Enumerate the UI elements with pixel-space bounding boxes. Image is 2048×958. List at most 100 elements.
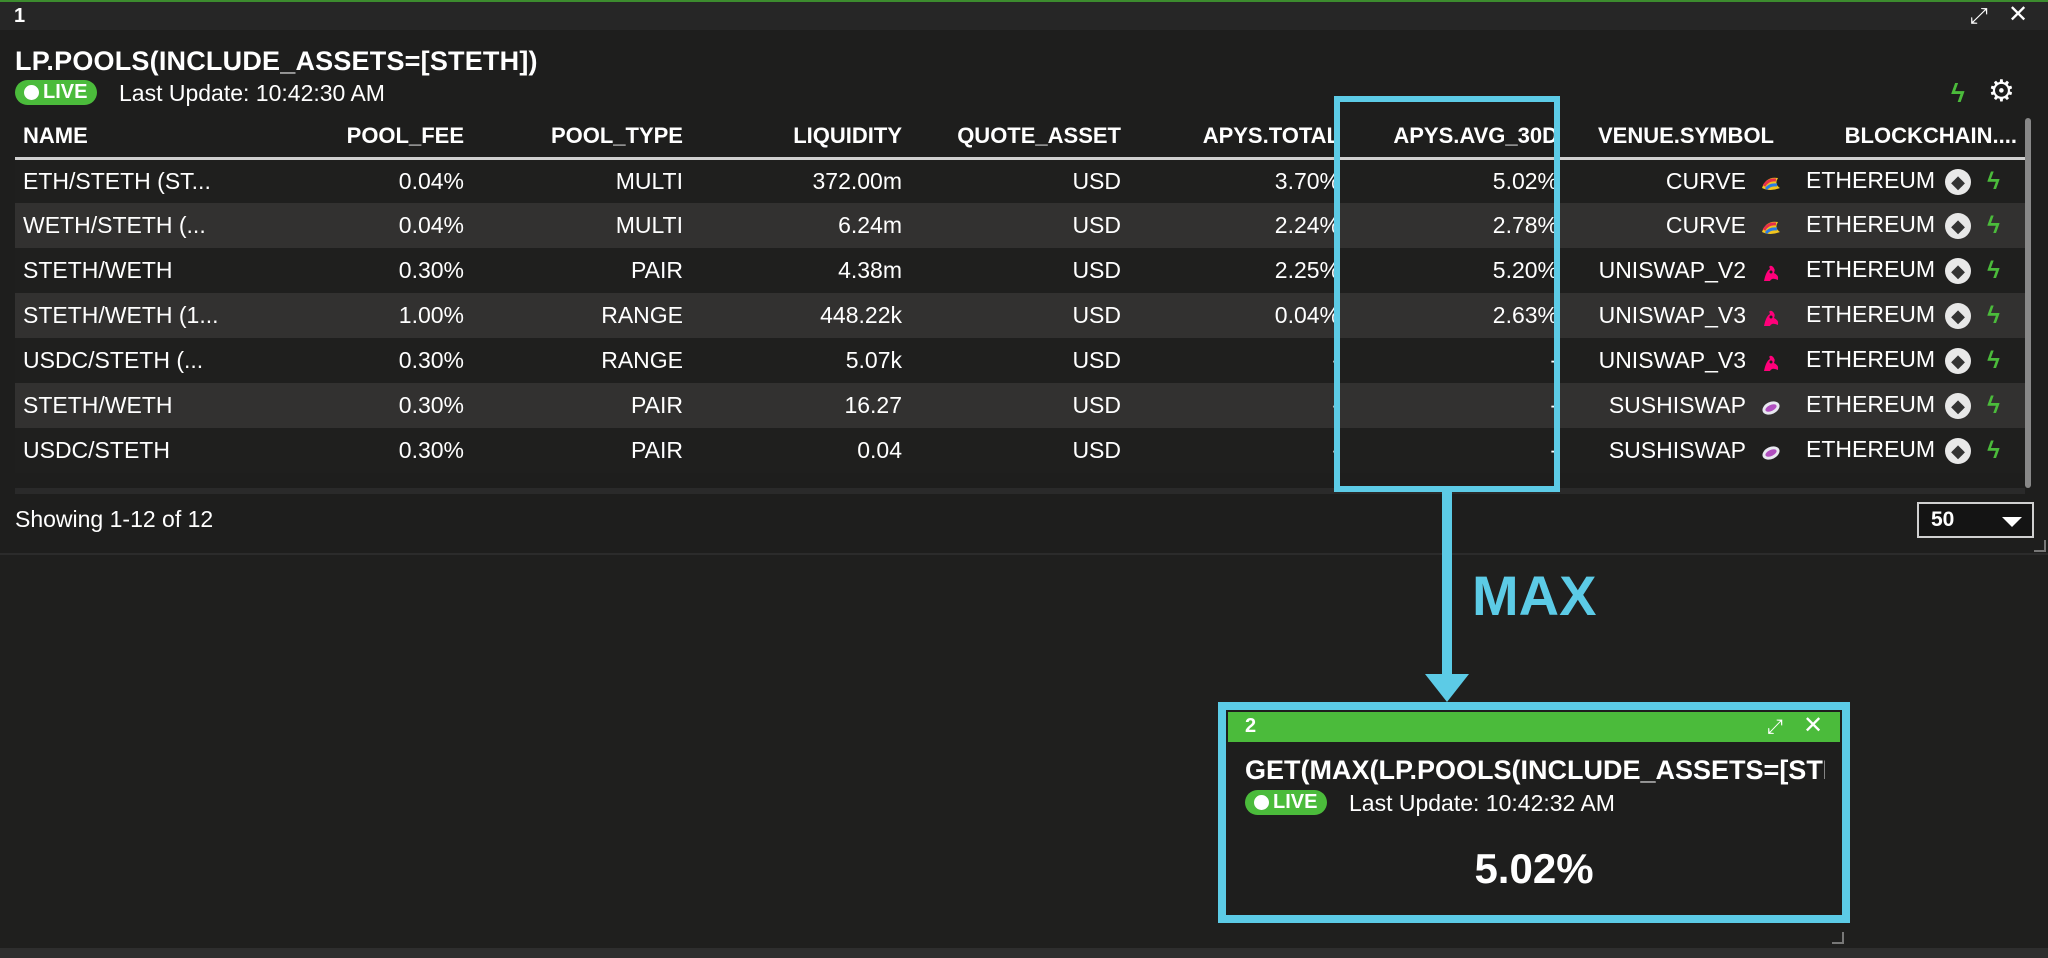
cell-venue-symbol: UNISWAP_V3 [1566, 293, 1782, 338]
table-row[interactable]: USDC/STETH (... 0.30% RANGE 5.07k USD - - UNISW… [15, 338, 2025, 383]
bottom-strip [0, 948, 2048, 958]
lightning-icon[interactable]: ϟ [1987, 257, 2000, 285]
table-horizontal-scrollbar[interactable] [15, 488, 2025, 494]
table-row[interactable]: STETH/WETH 0.30% PAIR 16.27 USD - - SUSHISWAP ET… [15, 383, 2025, 428]
table-row[interactable]: ETH/STETH (ST... 0.04% MULTI 372.00m USD 3.70… [15, 158, 2025, 203]
cell-liquidity: 4.38m [691, 248, 910, 293]
cell-pool-type: MULTI [472, 203, 691, 248]
table-row[interactable]: USDC/STETH 0.30% PAIR 0.04 USD - - SUSHISWAP ETH… [15, 428, 2025, 473]
ethereum-icon: ◆ [1945, 302, 1972, 329]
cell-apys-avg-30d: - [1348, 383, 1566, 428]
cell-blockchain: ETHEREUM ◆ ϟ [1782, 338, 2025, 383]
cell-quote-asset: USD [910, 203, 1129, 248]
cell-apys-total: - [1129, 383, 1348, 428]
ethereum-icon: ◆ [1945, 257, 1972, 284]
lightning-icon[interactable]: ϟ [1987, 212, 2000, 240]
cell-pool-type: MULTI [472, 158, 691, 203]
table-row[interactable]: STETH/WETH (1... 1.00% RANGE 448.22k USD 0.04… [15, 293, 2025, 338]
blockchain-label: ETHEREUM [1806, 256, 1936, 283]
cell-quote-asset: USD [910, 293, 1129, 338]
lightning-icon[interactable]: ϟ [1987, 347, 2000, 375]
cell-venue-symbol: UNISWAP_V2 [1566, 248, 1782, 293]
column-header[interactable]: POOL_FEE [240, 116, 472, 160]
cell-liquidity: 448.22k [691, 293, 910, 338]
cell-blockchain: ETHEREUM ◆ ϟ [1782, 158, 2025, 203]
query-title: GET(MAX(LP.POOLS(INCLUDE_ASSETS=[STETH]) [1245, 755, 1825, 785]
lightning-icon[interactable]: ϟ [1951, 78, 1965, 109]
cell-pool-type: PAIR [472, 383, 691, 428]
cell-blockchain: ETHEREUM ◆ ϟ [1782, 203, 2025, 248]
table-scrollbar[interactable] [2025, 118, 2031, 488]
cell-apys-avg-30d: 2.63% [1348, 293, 1566, 338]
cell-venue-symbol: SUSHISWAP [1566, 428, 1782, 473]
column-header[interactable]: NAME [15, 116, 240, 160]
cell-apys-avg-30d: 5.20% [1348, 248, 1566, 293]
expand-icon[interactable]: ⤢ [1970, 4, 1988, 28]
uniswap-logo-icon [1760, 262, 1782, 282]
lightning-icon[interactable]: ϟ [1987, 302, 2000, 330]
page-size-select[interactable]: 50 [1917, 502, 2034, 538]
cell-liquidity: 0.04 [691, 428, 910, 473]
cell-name: USDC/STETH (... [15, 338, 240, 383]
close-icon[interactable]: ✕ [1803, 714, 1823, 738]
cell-blockchain: ETHEREUM ◆ ϟ [1782, 293, 2025, 338]
blockchain-label: ETHEREUM [1806, 301, 1936, 328]
table-row[interactable]: WETH/STETH (... 0.04% MULTI 6.24m USD 2.24% 2.… [15, 203, 2025, 248]
lightning-icon[interactable]: ϟ [1987, 168, 2000, 196]
cell-blockchain: ETHEREUM ◆ ϟ [1782, 383, 2025, 428]
venue-label: SUSHISWAP [1608, 392, 1746, 418]
venue-label: UNISWAP_V2 [1598, 257, 1746, 283]
cell-apys-avg-30d: - [1348, 338, 1566, 383]
expand-icon[interactable]: ⤢ [1767, 715, 1783, 739]
cell-liquidity: 372.00m [691, 158, 910, 203]
blockchain-label: ETHEREUM [1806, 391, 1936, 418]
query-title: LP.POOLS(INCLUDE_ASSETS=[STETH]) [15, 46, 538, 76]
close-icon[interactable]: ✕ [2008, 3, 2028, 27]
cell-pool-type: PAIR [472, 248, 691, 293]
cell-apys-total: 2.25% [1129, 248, 1348, 293]
resize-handle[interactable] [2034, 540, 2046, 552]
cell-apys-total: 3.70% [1129, 158, 1348, 203]
cell-quote-asset: USD [910, 428, 1129, 473]
cell-apys-total: 2.24% [1129, 203, 1348, 248]
lightning-icon[interactable]: ϟ [1987, 437, 2000, 465]
column-header[interactable]: POOL_TYPE [472, 116, 691, 160]
cell-pool-fee: 0.30% [240, 248, 472, 293]
cell-name: WETH/STETH (... [15, 203, 240, 248]
cell-pool-fee: 0.30% [240, 428, 472, 473]
ethereum-icon: ◆ [1945, 392, 1972, 419]
last-update-text: Last Update: 10:42:32 AM [1349, 790, 1615, 816]
curve-logo-icon [1760, 217, 1782, 237]
uniswap-logo-icon [1760, 352, 1782, 372]
cell-name: STETH/WETH [15, 248, 240, 293]
cell-pool-fee: 0.30% [240, 338, 472, 383]
cell-pool-type: RANGE [472, 293, 691, 338]
table-row[interactable]: STETH/WETH 0.30% PAIR 4.38m USD 2.25% 5.20% UNI… [15, 248, 2025, 293]
page-size-value: 50 [1931, 508, 1955, 531]
window-1-titlebar: 1 ⤢ ✕ [0, 0, 2048, 30]
window-1-bottom-border [0, 553, 2048, 555]
column-header[interactable]: LIQUIDITY [691, 116, 910, 160]
cell-pool-fee: 1.00% [240, 293, 472, 338]
lightning-icon[interactable]: ϟ [1987, 392, 2000, 420]
arrow-stem [1442, 492, 1452, 680]
ethereum-icon: ◆ [1945, 437, 1972, 464]
gear-icon[interactable]: ⚙ [1988, 74, 2015, 109]
column-header[interactable]: BLOCKCHAIN.... [1782, 116, 2025, 160]
cell-name: ETH/STETH (ST... [15, 158, 240, 203]
column-header[interactable]: QUOTE_ASSET [910, 116, 1129, 160]
cell-apys-avg-30d: - [1348, 428, 1566, 473]
live-badge: LIVE [15, 80, 98, 105]
pagination-summary: Showing 1-12 of 12 [15, 506, 214, 532]
cell-quote-asset: USD [910, 383, 1129, 428]
column-header[interactable]: APYS.AVG_30D [1348, 116, 1566, 160]
cell-liquidity: 6.24m [691, 203, 910, 248]
column-header[interactable]: VENUE.SYMBOL [1566, 116, 1782, 160]
uniswap-logo-icon [1760, 307, 1782, 327]
venue-label: UNISWAP_V3 [1598, 302, 1746, 328]
ethereum-icon: ◆ [1945, 212, 1972, 239]
resize-handle[interactable] [1832, 932, 1844, 944]
cell-pool-type: PAIR [472, 428, 691, 473]
chevron-down-icon [2002, 517, 2022, 527]
column-header[interactable]: APYS.TOTAL [1129, 116, 1348, 160]
